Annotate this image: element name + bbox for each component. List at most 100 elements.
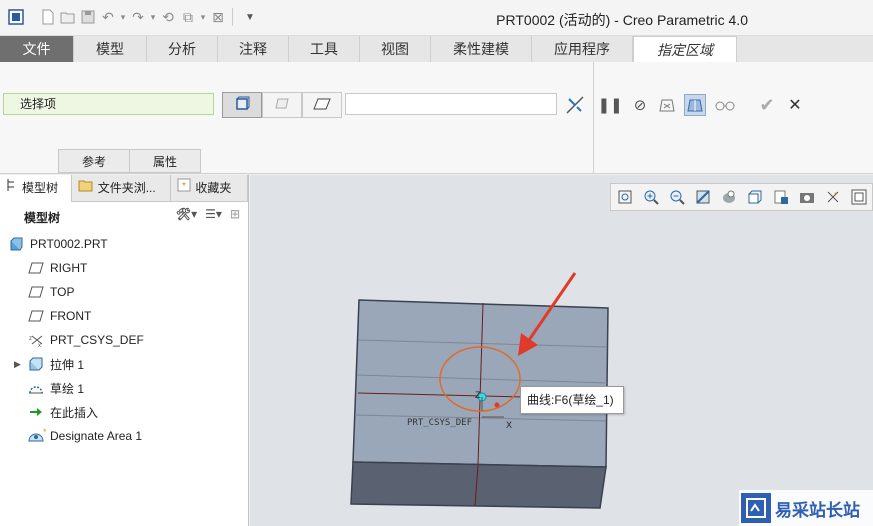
subtab-properties[interactable]: 属性 bbox=[129, 149, 201, 173]
tree-item-insert-here[interactable]: 在此插入 bbox=[0, 400, 248, 424]
tab-flexible-modeling[interactable]: 柔性建模 bbox=[431, 36, 532, 62]
svg-text:*: * bbox=[182, 181, 186, 192]
save-icon[interactable] bbox=[78, 7, 98, 27]
tab-folder-browser[interactable]: 文件夹浏... bbox=[72, 175, 172, 202]
expand-arrow-icon[interactable]: ▶ bbox=[14, 359, 21, 370]
tab-model-tree-label: 模型树 bbox=[22, 181, 59, 195]
quilt-type-button[interactable] bbox=[262, 92, 302, 118]
tab-tools[interactable]: 工具 bbox=[289, 36, 360, 62]
ribbon-panel: 选择项 ❚❚ ⊘ ✔ ✕ 参考 属性 bbox=[0, 62, 873, 174]
model-tree-header: 模型树 🛠▾ ☰▾ ⊞ bbox=[0, 202, 248, 232]
csys-icon: zx bbox=[28, 332, 44, 348]
cancel-x-icon[interactable]: ✕ bbox=[784, 94, 806, 116]
reference-input[interactable] bbox=[345, 93, 557, 115]
svg-text:*: * bbox=[43, 428, 47, 437]
undo-icon[interactable]: ↶ bbox=[98, 7, 118, 27]
show-filters-icon[interactable]: ☰▾ bbox=[205, 207, 222, 221]
tab-view[interactable]: 视图 bbox=[360, 36, 431, 62]
close-window-icon[interactable]: ⊠ bbox=[208, 7, 228, 27]
csys-label: PRT_CSYS_DEF bbox=[407, 418, 473, 428]
open-file-icon[interactable] bbox=[58, 7, 78, 27]
tree-item-label: PRT_CSYS_DEF bbox=[50, 333, 144, 347]
plane-type-button[interactable] bbox=[302, 92, 342, 118]
extrude-icon bbox=[28, 356, 44, 372]
ribbon-separator bbox=[593, 62, 594, 174]
model-tree-icon bbox=[6, 175, 18, 202]
tab-file[interactable]: 文件 bbox=[0, 36, 74, 62]
app-icon[interactable] bbox=[6, 7, 26, 27]
tab-model[interactable]: 模型 bbox=[74, 36, 147, 62]
no-preview-icon[interactable]: ⊘ bbox=[629, 94, 651, 116]
datum-plane-icon bbox=[313, 97, 331, 114]
svg-text:x: x bbox=[38, 343, 41, 348]
tree-item-sketch[interactable]: 草绘 1 bbox=[0, 376, 248, 400]
tab-favorites-label: 收藏夹 bbox=[195, 181, 232, 195]
tab-applications[interactable]: 应用程序 bbox=[532, 36, 633, 62]
ribbon-tabs: 文件 模型 分析 注释 工具 视图 柔性建模 应用程序 指定区域 bbox=[0, 36, 873, 62]
regenerate-icon[interactable]: ⟲ bbox=[158, 7, 178, 27]
tree-item-right[interactable]: RIGHT bbox=[0, 256, 248, 280]
tree-settings-icon[interactable]: 🛠▾ bbox=[176, 207, 197, 221]
model-tree-title: 模型树 bbox=[24, 210, 61, 225]
tree-item-label: PRT0002.PRT bbox=[30, 237, 108, 251]
tree-filter-icon[interactable]: ⊞ bbox=[230, 207, 240, 221]
customize-toolbar-icon[interactable]: ▼ bbox=[240, 7, 260, 27]
tree-item-extrude[interactable]: ▶ 拉伸 1 bbox=[0, 352, 248, 376]
tree-item-label: FRONT bbox=[50, 309, 92, 323]
subtab-references[interactable]: 参考 bbox=[58, 149, 130, 173]
tree-item-designate-area[interactable]: * Designate Area 1 bbox=[0, 424, 248, 448]
verify-preview-icon[interactable] bbox=[684, 94, 706, 116]
tree-item-csys[interactable]: zx PRT_CSYS_DEF bbox=[0, 328, 248, 352]
solid-surface-icon bbox=[234, 96, 250, 115]
redo-dropdown-icon[interactable]: ▾ bbox=[148, 7, 158, 27]
tab-analysis[interactable]: 分析 bbox=[147, 36, 218, 62]
tree-item-label: TOP bbox=[50, 285, 75, 299]
ribbon-subtabs: 参考 属性 bbox=[58, 149, 201, 173]
tree-item-label: RIGHT bbox=[50, 261, 88, 275]
block-front-face bbox=[350, 461, 607, 509]
measure-icon[interactable] bbox=[564, 94, 586, 116]
designate-area-icon: * bbox=[28, 428, 50, 444]
sketch-point bbox=[494, 402, 500, 408]
datum-plane-icon bbox=[28, 260, 44, 276]
redo-icon[interactable]: ↷ bbox=[128, 7, 148, 27]
selection-collector[interactable]: 选择项 bbox=[3, 93, 214, 115]
navigator-panel: 模型树 文件夹浏... * 收藏夹 模型树 🛠▾ ☰▾ ⊞ PRT0002.PR… bbox=[0, 175, 249, 526]
tree-item-front[interactable]: FRONT bbox=[0, 304, 248, 328]
preview-attached-icon[interactable] bbox=[656, 94, 678, 116]
insert-here-icon bbox=[28, 404, 44, 420]
model-view bbox=[350, 272, 609, 509]
accept-check-icon[interactable]: ✔ bbox=[756, 94, 778, 116]
tree-toolbar: 🛠▾ ☰▾ ⊞ bbox=[176, 207, 240, 221]
tab-folder-browser-label: 文件夹浏... bbox=[97, 181, 156, 195]
tab-designate-area[interactable]: 指定区域 bbox=[633, 36, 737, 62]
favorites-icon: * bbox=[177, 175, 191, 202]
tab-favorites[interactable]: * 收藏夹 bbox=[171, 175, 248, 202]
datum-plane-icon bbox=[28, 308, 44, 324]
surface-type-button[interactable] bbox=[222, 92, 262, 118]
tree-item-top[interactable]: TOP bbox=[0, 280, 248, 304]
part-icon bbox=[8, 236, 24, 252]
graphics-window[interactable]: * PRT_CSYS_DEF Z X 曲线:F6(草绘_1) bbox=[250, 175, 873, 526]
quick-access-toolbar: ↶ ▾ ↷ ▾ ⟲ ⧉ ▾ ⊠ ▼ bbox=[6, 6, 260, 28]
datum-plane-icon bbox=[28, 284, 44, 300]
tab-annotate[interactable]: 注释 bbox=[218, 36, 289, 62]
svg-text:z: z bbox=[29, 336, 32, 342]
new-file-icon[interactable] bbox=[38, 7, 58, 27]
windows-dropdown-icon[interactable]: ▾ bbox=[198, 7, 208, 27]
tab-model-tree[interactable]: 模型树 bbox=[0, 175, 72, 202]
pause-icon[interactable]: ❚❚ bbox=[597, 94, 622, 116]
tree-item-label: 草绘 1 bbox=[50, 381, 85, 396]
windows-icon[interactable]: ⧉ bbox=[178, 7, 198, 27]
model-tree: PRT0002.PRT RIGHT TOP FRONT zx PRT_CSYS_… bbox=[0, 232, 248, 448]
csys-axis-z-label: Z bbox=[475, 390, 481, 400]
navigator-tabs: 模型树 文件夹浏... * 收藏夹 bbox=[0, 175, 248, 202]
tree-item-part[interactable]: PRT0002.PRT bbox=[0, 232, 248, 256]
title-bar: ↶ ▾ ↷ ▾ ⟲ ⧉ ▾ ⊠ ▼ PRT0002 (活动的) - Creo P… bbox=[0, 0, 873, 36]
undo-dropdown-icon[interactable]: ▾ bbox=[118, 7, 128, 27]
tree-item-label: Designate Area 1 bbox=[50, 429, 143, 443]
tree-item-label: 拉伸 1 bbox=[50, 357, 85, 372]
window-title: PRT0002 (活动的) - Creo Parametric 4.0 bbox=[496, 12, 748, 28]
csys-axis-x-label: X bbox=[506, 420, 513, 430]
glasses-preview-icon[interactable] bbox=[714, 94, 736, 116]
